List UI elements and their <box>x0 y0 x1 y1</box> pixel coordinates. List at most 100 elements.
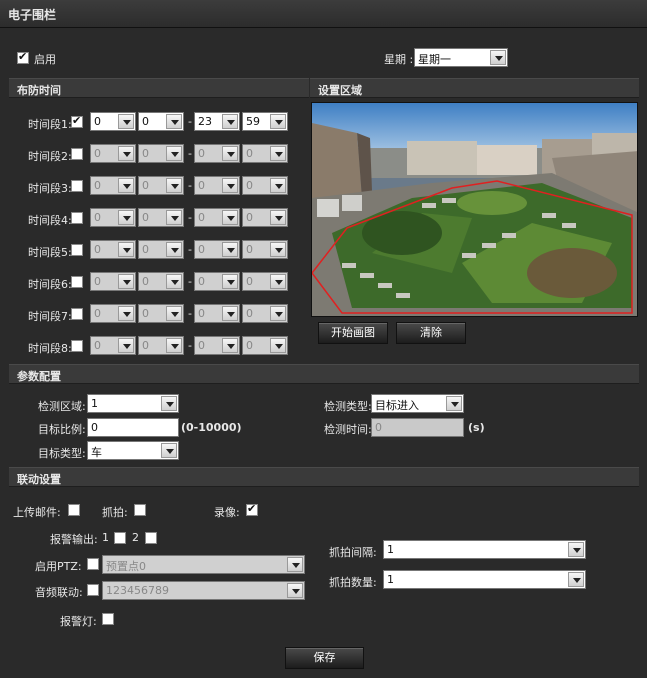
interval-label: 抓拍间隔: <box>329 546 377 559</box>
end-minute-value: 0 <box>246 211 253 224</box>
chevron-down-icon <box>118 146 134 161</box>
start-hour-value: 0 <box>94 147 101 160</box>
period-label: 时间段7: <box>28 310 72 323</box>
weekday-label: 星期 : <box>384 53 414 66</box>
clear-button[interactable]: 清除 <box>396 322 466 344</box>
period-start-minute[interactable]: 0 <box>138 240 184 259</box>
weekday-select[interactable]: 星期一 <box>414 48 508 67</box>
end-hour-value: 0 <box>198 147 205 160</box>
detect-area-select[interactable]: 1 <box>87 394 179 413</box>
period-checkbox[interactable] <box>71 244 83 256</box>
audio-select[interactable]: 123456789 <box>102 581 305 600</box>
period-end-hour[interactable]: 23 <box>194 112 240 131</box>
start-draw-button[interactable]: 开始画图 <box>318 322 388 344</box>
period-start-hour[interactable]: 0 <box>90 336 136 355</box>
interval-value: 1 <box>387 543 394 556</box>
period-start-minute[interactable]: 0 <box>138 208 184 227</box>
video-preview[interactable] <box>311 102 638 317</box>
email-checkbox[interactable] <box>68 504 80 516</box>
detect-time-unit: (s) <box>468 421 485 434</box>
period-checkbox[interactable] <box>71 114 83 128</box>
period-start-minute[interactable]: 0 <box>138 144 184 163</box>
ptz-label: 启用PTZ: <box>35 560 82 573</box>
period-end-hour[interactable]: 0 <box>194 272 240 291</box>
start-minute-value: 0 <box>142 307 149 320</box>
end-minute-value: 0 <box>246 179 253 192</box>
target-ratio-input[interactable]: 0 <box>87 418 179 437</box>
save-button[interactable]: 保存 <box>285 647 364 669</box>
alarm-light-label: 报警灯: <box>60 615 97 628</box>
period-checkbox[interactable] <box>71 148 83 160</box>
period-end-hour[interactable]: 0 <box>194 240 240 259</box>
period-checkbox[interactable] <box>71 276 83 288</box>
params-header: 参数配置 <box>9 364 639 384</box>
period-end-hour[interactable]: 0 <box>194 208 240 227</box>
period-checkbox[interactable] <box>71 212 83 224</box>
period-start-minute[interactable]: 0 <box>138 272 184 291</box>
chevron-down-icon <box>166 242 182 257</box>
alarm-light-checkbox[interactable] <box>102 613 114 625</box>
period-start-hour[interactable]: 0 <box>90 208 136 227</box>
end-minute-value: 0 <box>246 307 253 320</box>
period-checkbox[interactable] <box>71 180 83 192</box>
chevron-down-icon <box>166 274 182 289</box>
period-end-minute[interactable]: 0 <box>242 336 288 355</box>
count-value: 1 <box>387 573 394 586</box>
count-label: 抓拍数量: <box>329 576 377 589</box>
schedule-header: 布防时间 <box>9 78 309 98</box>
detect-type-select[interactable]: 目标进入 <box>371 394 464 413</box>
period-start-hour[interactable]: 0 <box>90 240 136 259</box>
chevron-down-icon <box>222 242 238 257</box>
audio-checkbox[interactable] <box>87 584 99 596</box>
ptz-select[interactable]: 预置点0 <box>102 555 305 574</box>
period-end-minute[interactable]: 0 <box>242 272 288 291</box>
record-checkbox[interactable] <box>246 502 258 516</box>
start-hour-value: 0 <box>94 275 101 288</box>
start-minute-value: 0 <box>142 275 149 288</box>
alarm-out-1-checkbox[interactable] <box>114 532 126 544</box>
period-end-hour[interactable]: 0 <box>194 336 240 355</box>
chevron-down-icon <box>222 338 238 353</box>
period-start-minute[interactable]: 0 <box>138 304 184 323</box>
period-end-minute[interactable]: 0 <box>242 240 288 259</box>
period-dash: - <box>188 211 192 224</box>
period-start-hour[interactable]: 0 <box>90 176 136 195</box>
period-checkbox[interactable] <box>71 308 83 320</box>
period-end-hour[interactable]: 0 <box>194 144 240 163</box>
period-start-hour[interactable]: 0 <box>90 272 136 291</box>
linkage-header: 联动设置 <box>9 467 639 487</box>
period-end-minute[interactable]: 0 <box>242 144 288 163</box>
chevron-down-icon <box>446 396 462 411</box>
period-dash: - <box>188 243 192 256</box>
period-checkbox[interactable] <box>71 340 83 352</box>
count-select[interactable]: 1 <box>383 570 586 589</box>
period-end-hour[interactable]: 0 <box>194 304 240 323</box>
period-end-minute[interactable]: 0 <box>242 304 288 323</box>
start-minute-value: 0 <box>142 179 149 192</box>
enable-checkbox[interactable] <box>17 50 29 64</box>
interval-select[interactable]: 1 <box>383 540 586 559</box>
target-type-select[interactable]: 车 <box>87 441 179 460</box>
period-end-hour[interactable]: 0 <box>194 176 240 195</box>
period-start-minute[interactable]: 0 <box>138 336 184 355</box>
audio-label: 音频联动: <box>35 586 83 599</box>
period-start-hour[interactable]: 0 <box>90 304 136 323</box>
ptz-value: 预置点0 <box>106 560 146 573</box>
chevron-down-icon <box>118 242 134 257</box>
period-end-minute[interactable]: 0 <box>242 208 288 227</box>
period-end-minute[interactable]: 0 <box>242 176 288 195</box>
chevron-down-icon <box>118 114 134 129</box>
alarm-out-2-checkbox[interactable] <box>145 532 157 544</box>
period-start-minute[interactable]: 0 <box>138 112 184 131</box>
chevron-down-icon <box>166 306 182 321</box>
period-dash: - <box>188 339 192 352</box>
period-start-hour[interactable]: 0 <box>90 112 136 131</box>
chevron-down-icon <box>118 210 134 225</box>
period-start-minute[interactable]: 0 <box>138 176 184 195</box>
period-label: 时间段6: <box>28 278 72 291</box>
detect-time-input[interactable]: 0 <box>371 418 464 437</box>
period-start-hour[interactable]: 0 <box>90 144 136 163</box>
snap-checkbox[interactable] <box>134 504 146 516</box>
period-end-minute[interactable]: 59 <box>242 112 288 131</box>
ptz-checkbox[interactable] <box>87 558 99 570</box>
